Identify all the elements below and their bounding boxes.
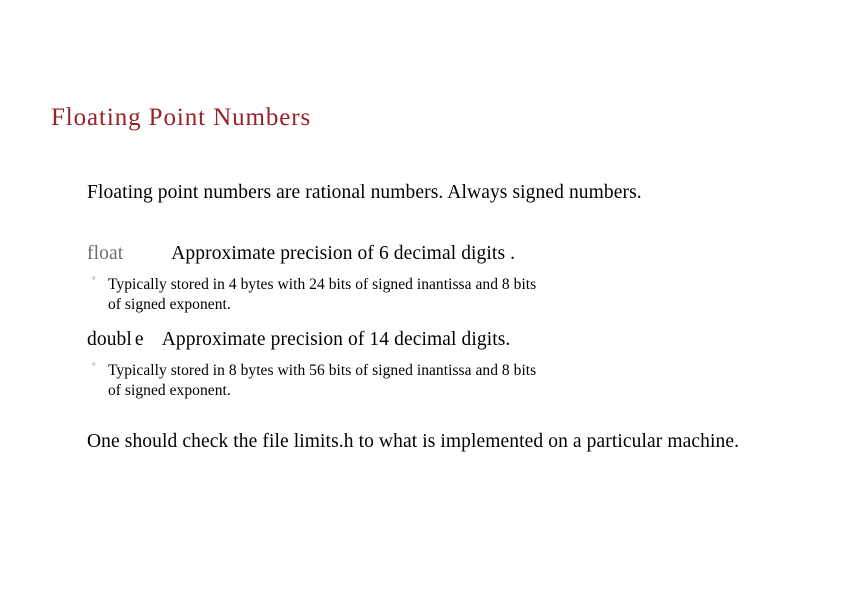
double-detail-text: Typically stored in 8 bytes with 56 bits… (92, 361, 740, 401)
intro-paragraph: Floating point numbers are rational numb… (87, 182, 642, 203)
degree-bullet-icon: ° (92, 275, 96, 285)
page-title: Floating Point Numbers (51, 104, 312, 131)
slide-canvas: Floating Point Numbers Floating point nu… (0, 0, 842, 595)
float-detail-line-2: of signed exponent. (108, 296, 231, 313)
double-detail-line-1: Typically stored in 8 bytes with 56 bits… (108, 362, 537, 379)
degree-bullet-icon: ° (92, 361, 96, 371)
float-definition-line: float Approximate precision of 6 decimal … (87, 242, 747, 267)
double-keyword-part1: doubl (87, 329, 132, 350)
float-detail-text: Typically stored in 4 bytes with 24 bits… (92, 275, 740, 315)
closing-paragraph: One should check the file limits.h to wh… (87, 431, 740, 452)
double-description: Approximate precision of 14 decimal digi… (161, 329, 511, 350)
float-detail-line-1: Typically stored in 4 bytes with 24 bits… (108, 276, 537, 293)
double-detail-bullet: ° Typically stored in 8 bytes with 56 bi… (92, 361, 740, 401)
double-definition-line: doubl e Approximate precision of 14 decima… (87, 328, 747, 353)
float-detail-bullet: ° Typically stored in 4 bytes with 24 bi… (92, 275, 740, 315)
float-keyword: float (87, 243, 124, 264)
float-description: Approximate precision of 6 decimal digit… (171, 243, 516, 264)
double-keyword-part2: e (134, 329, 144, 350)
double-detail-line-2: of signed exponent. (108, 382, 231, 399)
